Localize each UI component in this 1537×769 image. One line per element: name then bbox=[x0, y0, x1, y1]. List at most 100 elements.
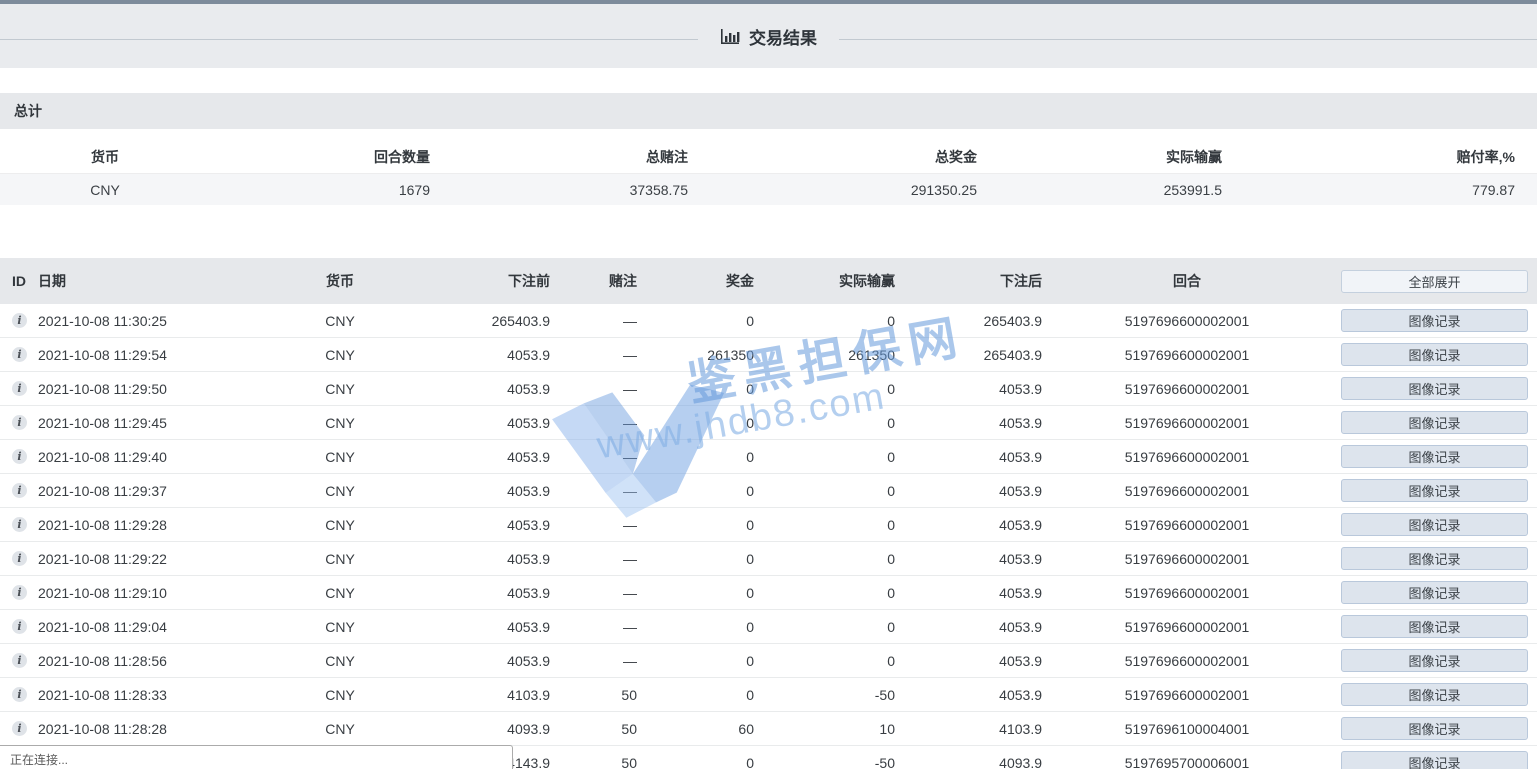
row-date: 2021-10-08 11:29:37 bbox=[30, 483, 230, 499]
image-record-button[interactable]: 图像记录 bbox=[1341, 581, 1528, 604]
row-prize: 60 bbox=[637, 721, 754, 737]
row-currency: CNY bbox=[230, 415, 450, 431]
row-before-bet: 4053.9 bbox=[450, 483, 550, 499]
row-round-id: 5197696600002001 bbox=[1042, 585, 1332, 601]
info-icon[interactable]: i bbox=[12, 483, 27, 498]
image-record-button[interactable]: 图像记录 bbox=[1341, 649, 1528, 672]
row-bet: — bbox=[550, 585, 637, 601]
page-title-wrap: 交易结果 bbox=[698, 24, 839, 49]
image-record-button[interactable]: 图像记录 bbox=[1341, 411, 1528, 434]
row-before-bet: 4053.9 bbox=[450, 585, 550, 601]
page-title: 交易结果 bbox=[749, 24, 817, 49]
summary-col-rounds: 回合数量 bbox=[210, 147, 440, 167]
image-record-button[interactable]: 图像记录 bbox=[1341, 615, 1528, 638]
row-prize: 0 bbox=[637, 619, 754, 635]
row-after-bet: 4053.9 bbox=[895, 483, 1042, 499]
summary-col-net: 实际输赢 bbox=[990, 147, 1235, 167]
expand-all-button[interactable]: 全部展开 bbox=[1341, 270, 1528, 293]
info-icon[interactable]: i bbox=[12, 551, 27, 566]
row-bet: — bbox=[550, 619, 637, 635]
row-date: 2021-10-08 11:29:45 bbox=[30, 415, 230, 431]
table-row: i 2021-10-08 11:28:33 CNY 4103.9 50 0 -5… bbox=[0, 678, 1537, 712]
row-after-bet: 265403.9 bbox=[895, 313, 1042, 329]
info-icon[interactable]: i bbox=[12, 653, 27, 668]
table-row: i 2021-10-08 11:29:37 CNY 4053.9 — 0 0 4… bbox=[0, 474, 1537, 508]
info-icon[interactable]: i bbox=[12, 585, 27, 600]
row-bet: — bbox=[550, 347, 637, 363]
summary-col-currency: 货币 bbox=[0, 147, 210, 167]
row-prize: 0 bbox=[637, 449, 754, 465]
row-bet: 50 bbox=[550, 687, 637, 703]
row-prize: 0 bbox=[637, 687, 754, 703]
summary-col-payout-rate: 赔付率,% bbox=[1235, 147, 1537, 167]
row-round-id: 5197696600002001 bbox=[1042, 551, 1332, 567]
image-record-button[interactable]: 图像记录 bbox=[1341, 309, 1528, 332]
image-record-button[interactable]: 图像记录 bbox=[1341, 751, 1528, 769]
row-net: 0 bbox=[754, 313, 895, 329]
row-net: 261350 bbox=[754, 347, 895, 363]
summary-total-bet-value: 37358.75 bbox=[440, 182, 700, 198]
summary-header-row: 货币 回合数量 总赌注 总奖金 实际输赢 赔付率,% bbox=[0, 141, 1537, 173]
row-date: 2021-10-08 11:28:33 bbox=[30, 687, 230, 703]
image-record-button[interactable]: 图像记录 bbox=[1341, 445, 1528, 468]
info-icon[interactable]: i bbox=[12, 449, 27, 464]
table-row: i 2021-10-08 11:30:25 CNY 265403.9 — 0 0… bbox=[0, 304, 1537, 338]
row-currency: CNY bbox=[230, 721, 450, 737]
row-round-id: 5197696600002001 bbox=[1042, 483, 1332, 499]
image-record-button[interactable]: 图像记录 bbox=[1341, 547, 1528, 570]
row-currency: CNY bbox=[230, 551, 450, 567]
detail-col-prize: 奖金 bbox=[637, 271, 754, 291]
info-icon[interactable]: i bbox=[12, 721, 27, 736]
info-icon[interactable]: i bbox=[12, 381, 27, 396]
info-icon[interactable]: i bbox=[12, 415, 27, 430]
row-bet: 50 bbox=[550, 755, 637, 769]
row-date: 2021-10-08 11:29:10 bbox=[30, 585, 230, 601]
image-record-button[interactable]: 图像记录 bbox=[1341, 377, 1528, 400]
row-bet: — bbox=[550, 483, 637, 499]
row-prize: 0 bbox=[637, 653, 754, 669]
detail-col-currency: 货币 bbox=[230, 271, 450, 291]
row-currency: CNY bbox=[230, 449, 450, 465]
row-before-bet: 4053.9 bbox=[450, 653, 550, 669]
row-bet: — bbox=[550, 517, 637, 533]
row-bet: — bbox=[550, 381, 637, 397]
image-record-button[interactable]: 图像记录 bbox=[1341, 717, 1528, 740]
row-currency: CNY bbox=[230, 619, 450, 635]
image-record-button[interactable]: 图像记录 bbox=[1341, 513, 1528, 536]
summary-currency-value: CNY bbox=[0, 182, 210, 198]
image-record-button[interactable]: 图像记录 bbox=[1341, 343, 1528, 366]
row-bet: — bbox=[550, 449, 637, 465]
image-record-button[interactable]: 图像记录 bbox=[1341, 479, 1528, 502]
row-net: 0 bbox=[754, 483, 895, 499]
row-currency: CNY bbox=[230, 687, 450, 703]
row-before-bet: 4053.9 bbox=[450, 415, 550, 431]
table-row: i 2021-10-08 11:29:04 CNY 4053.9 — 0 0 4… bbox=[0, 610, 1537, 644]
info-icon[interactable]: i bbox=[12, 347, 27, 362]
row-prize: 0 bbox=[637, 517, 754, 533]
info-icon[interactable]: i bbox=[12, 619, 27, 634]
row-currency: CNY bbox=[230, 585, 450, 601]
row-net: 0 bbox=[754, 619, 895, 635]
row-round-id: 5197696600002001 bbox=[1042, 415, 1332, 431]
image-record-button[interactable]: 图像记录 bbox=[1341, 683, 1528, 706]
info-icon[interactable]: i bbox=[12, 517, 27, 532]
row-prize: 0 bbox=[637, 415, 754, 431]
row-after-bet: 4103.9 bbox=[895, 721, 1042, 737]
row-after-bet: 4053.9 bbox=[895, 381, 1042, 397]
row-net: 0 bbox=[754, 585, 895, 601]
info-icon[interactable]: i bbox=[12, 313, 27, 328]
row-currency: CNY bbox=[230, 483, 450, 499]
row-after-bet: 4053.9 bbox=[895, 415, 1042, 431]
summary-data-row: CNY 1679 37358.75 291350.25 253991.5 779… bbox=[0, 173, 1537, 205]
row-round-id: 5197696600002001 bbox=[1042, 619, 1332, 635]
row-net: 0 bbox=[754, 449, 895, 465]
row-date: 2021-10-08 11:29:40 bbox=[30, 449, 230, 465]
info-icon[interactable]: i bbox=[12, 687, 27, 702]
row-prize: 0 bbox=[637, 381, 754, 397]
row-net: -50 bbox=[754, 687, 895, 703]
row-prize: 0 bbox=[637, 585, 754, 601]
detail-col-after-bet: 下注后 bbox=[895, 271, 1042, 291]
row-prize: 0 bbox=[637, 755, 754, 769]
table-row: i 2021-10-08 11:28:56 CNY 4053.9 — 0 0 4… bbox=[0, 644, 1537, 678]
row-net: 0 bbox=[754, 415, 895, 431]
